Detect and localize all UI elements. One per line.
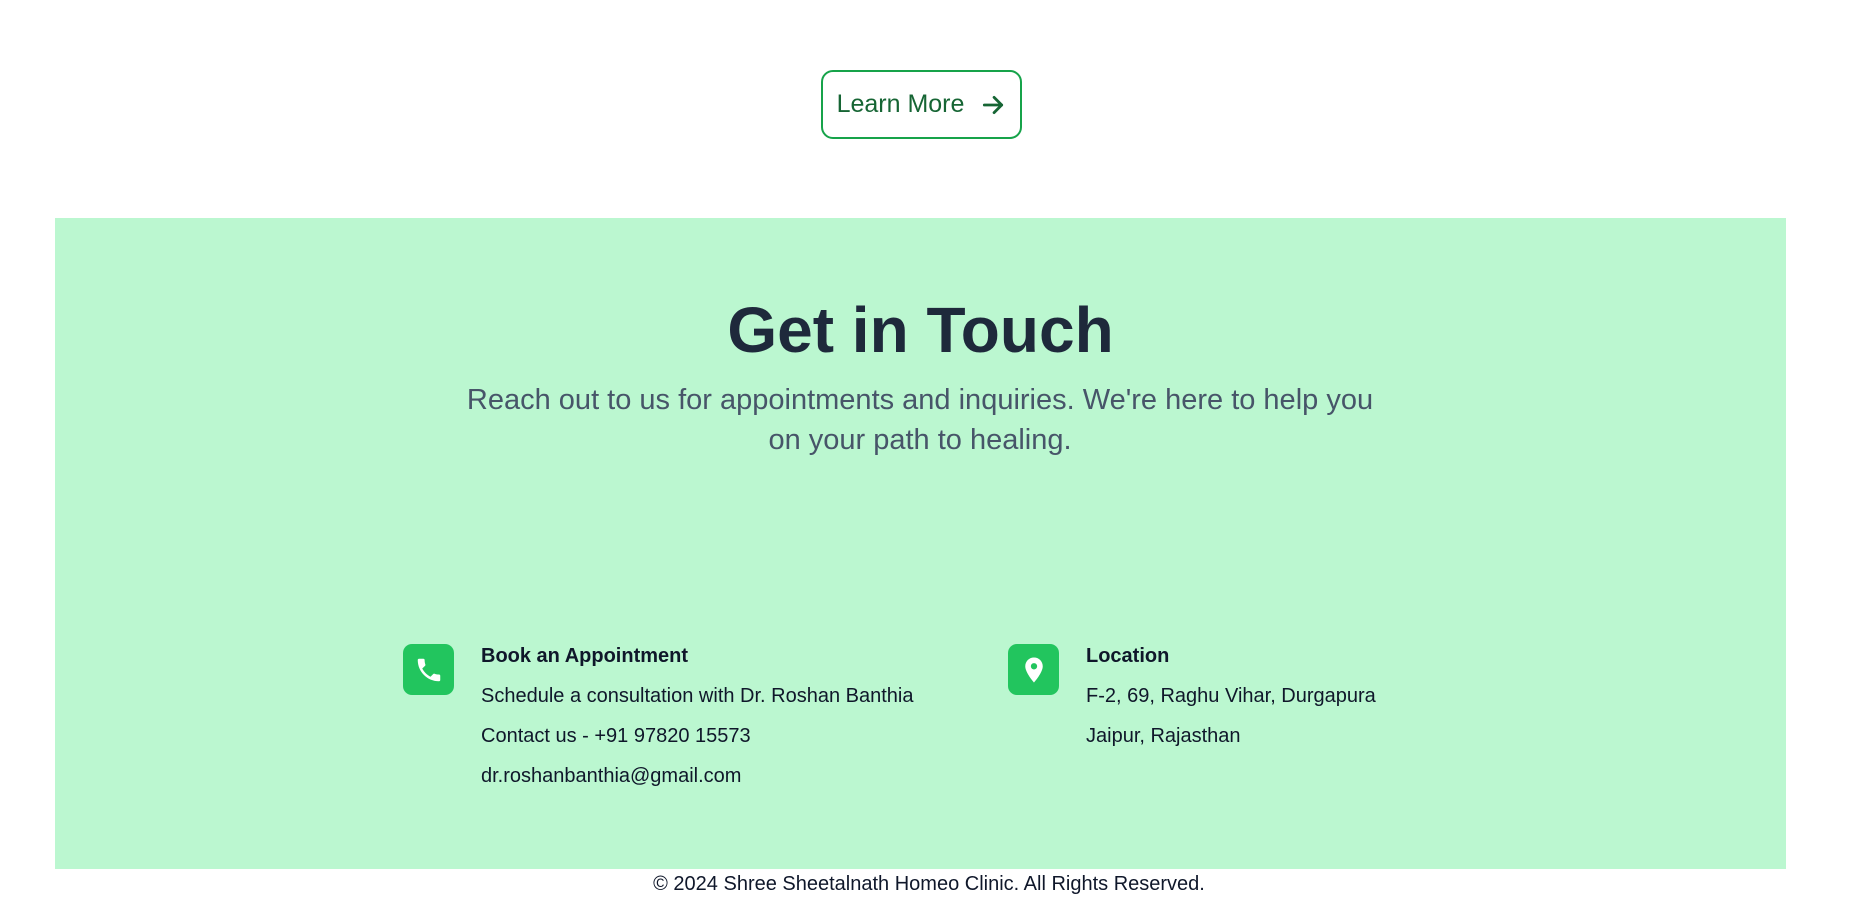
appointment-phone[interactable]: Contact us - +91 97820 15573 (481, 724, 914, 764)
learn-more-button[interactable]: Learn More (821, 70, 1022, 139)
contact-subtitle: Reach out to us for appointments and inq… (466, 384, 1374, 456)
location-address-line-2: Jaipur, Rajasthan (1086, 725, 1241, 747)
phone-icon (403, 644, 454, 695)
location-title: Location (1086, 645, 1170, 667)
contact-title: Get in Touch (727, 294, 1114, 366)
footer-copyright: © 2024 Shree Sheetalnath Homeo Clinic. A… (653, 873, 1205, 895)
learn-more-label: Learn More (836, 90, 965, 118)
location-address-line-1: F-2, 69, Raghu Vihar, Durgapura (1086, 685, 1376, 707)
appointment-description: Schedule a consultation with Dr. Roshan … (481, 685, 914, 707)
appointment-card: Book an Appointment Schedule a consultat… (403, 644, 914, 804)
appointment-title: Book an Appointment (481, 645, 689, 667)
location-card: Location F-2, 69, Raghu Vihar, Durgapura… (1008, 644, 1376, 764)
contact-section: Get in Touch Reach out to us for appoint… (55, 218, 1786, 869)
learn-more-section: Learn More (0, 0, 1858, 218)
arrow-right-icon (983, 95, 1004, 114)
map-pin-icon (1008, 644, 1059, 695)
appointment-email[interactable]: dr.roshanbanthia@gmail.com (481, 764, 914, 804)
